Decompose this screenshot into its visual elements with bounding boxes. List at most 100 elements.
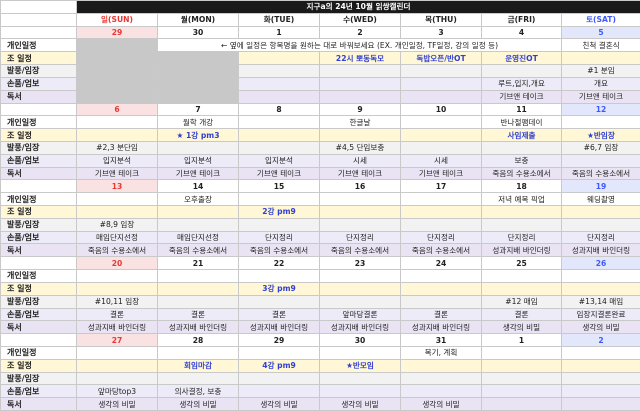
calendar-cell[interactable] (319, 217, 401, 232)
calendar-cell[interactable] (157, 205, 239, 219)
calendar-cell[interactable]: #10,11 임장 (76, 294, 158, 309)
calendar-cell[interactable] (238, 64, 320, 78)
calendar-cell[interactable] (400, 76, 482, 91)
calendar-cell[interactable] (560, 115, 640, 130)
calendar-cell[interactable] (76, 269, 158, 283)
calendar-cell[interactable] (76, 358, 158, 373)
calendar-cell[interactable] (400, 115, 482, 130)
calendar-cell[interactable]: 생각의 비밀 (319, 397, 401, 411)
calendar-cell[interactable] (560, 205, 640, 219)
calendar-cell[interactable]: 죽음의 수용소에서 (400, 243, 482, 258)
calendar-cell[interactable]: 결론 (238, 307, 320, 322)
calendar-cell[interactable]: 4강 pm9 (238, 358, 320, 373)
calendar-cell[interactable]: 죽음의 수용소에서 (319, 243, 401, 258)
calendar-cell[interactable]: 시세 (400, 153, 482, 168)
calendar-cell[interactable] (481, 281, 562, 296)
calendar-cell[interactable] (560, 397, 640, 411)
calendar-cell[interactable] (238, 294, 320, 309)
calendar-cell[interactable]: 앞마당top3 (76, 384, 158, 399)
calendar-cell[interactable]: 기브앤 테이크 (157, 166, 239, 181)
calendar-cell[interactable]: 생각의 비밀 (157, 397, 239, 411)
calendar-cell[interactable]: 생각의 비밀 (76, 397, 158, 411)
calendar-cell[interactable]: 단지정리 (238, 230, 320, 245)
calendar-cell[interactable] (76, 192, 158, 206)
calendar-cell[interactable]: 22시 뽀동독모 (319, 51, 401, 66)
calendar-cell[interactable] (560, 345, 640, 360)
calendar-cell[interactable] (400, 217, 482, 232)
calendar-cell[interactable] (481, 384, 562, 399)
calendar-cell[interactable]: 단지정리 (400, 230, 482, 245)
calendar-cell[interactable] (560, 217, 640, 232)
calendar-cell[interactable] (560, 281, 640, 296)
calendar-cell[interactable] (76, 64, 158, 78)
calendar-cell[interactable] (400, 140, 482, 155)
calendar-cell[interactable]: 사임제출 (481, 128, 562, 142)
calendar-cell[interactable]: 입지분석 (238, 153, 320, 168)
calendar-cell[interactable]: #6,7 임장 (560, 140, 640, 155)
calendar-cell[interactable]: 죽음의 수용소에서 (157, 243, 239, 258)
calendar-cell[interactable]: 기브앤 테이크 (481, 89, 562, 104)
calendar-cell[interactable]: 루트,입지,개요 (481, 76, 562, 91)
calendar-cell[interactable]: 결론 (481, 307, 562, 322)
calendar-cell[interactable] (238, 269, 320, 283)
calendar-cell[interactable] (481, 140, 562, 155)
calendar-cell[interactable] (157, 64, 239, 78)
calendar-cell[interactable]: 성과지배 바인더링 (76, 320, 158, 335)
calendar-cell[interactable]: #2,3 분단임 (76, 140, 158, 155)
calendar-cell[interactable]: 저녁 예복 픽업 (481, 192, 562, 206)
calendar-cell[interactable]: #12 매임 (481, 294, 562, 309)
calendar-cell[interactable] (76, 115, 158, 130)
calendar-cell[interactable] (76, 38, 158, 53)
calendar-cell[interactable] (157, 281, 239, 296)
calendar-cell[interactable]: 기브앤 테이크 (560, 89, 640, 104)
calendar-cell[interactable]: 단지정리 (481, 230, 562, 245)
calendar-cell[interactable]: ★반모임 (319, 358, 401, 373)
calendar-cell[interactable] (319, 89, 401, 104)
calendar-cell[interactable]: 월학 개강 (157, 115, 239, 130)
calendar-cell[interactable]: 기브앤 테이크 (76, 166, 158, 181)
calendar-cell[interactable]: 2강 pm9 (238, 205, 320, 219)
calendar-cell[interactable]: 독밥오픈/반OT (400, 51, 482, 66)
calendar-cell[interactable] (400, 64, 482, 78)
calendar-cell[interactable] (319, 128, 401, 142)
calendar-cell[interactable] (76, 89, 158, 104)
calendar-cell[interactable]: 성과지배 바인더링 (157, 320, 239, 335)
calendar-cell[interactable]: 보충 (481, 153, 562, 168)
calendar-cell[interactable]: 회임마감 (157, 358, 239, 373)
calendar-cell[interactable] (238, 140, 320, 155)
calendar-cell[interactable] (560, 371, 640, 386)
calendar-cell[interactable] (157, 51, 239, 66)
calendar-cell[interactable] (238, 384, 320, 399)
calendar-cell[interactable] (157, 269, 239, 283)
calendar-cell[interactable] (481, 371, 562, 386)
calendar-cell[interactable]: 앞마당결론 (319, 307, 401, 322)
calendar-cell[interactable]: 결론 (157, 307, 239, 322)
calendar-cell[interactable] (238, 89, 320, 104)
calendar-cell[interactable]: 매임단지선정 (157, 230, 239, 245)
calendar-cell[interactable] (400, 358, 482, 373)
calendar-cell[interactable]: 죽음의 수용소에서 (481, 166, 562, 181)
calendar-cell[interactable] (400, 294, 482, 309)
calendar-cell[interactable]: 개요 (560, 76, 640, 91)
calendar-cell[interactable] (400, 128, 482, 142)
calendar-cell[interactable]: 기브앤 테이크 (238, 166, 320, 181)
calendar-cell[interactable]: ★반임장 (560, 128, 640, 142)
calendar-cell[interactable] (560, 51, 640, 66)
calendar-cell[interactable]: 생각의 비밀 (238, 397, 320, 411)
calendar-cell[interactable] (157, 89, 239, 104)
calendar-cell[interactable] (238, 371, 320, 386)
calendar-cell[interactable] (76, 76, 158, 91)
calendar-cell[interactable] (157, 76, 239, 91)
calendar-cell[interactable]: 3강 pm9 (238, 281, 320, 296)
calendar-cell[interactable] (319, 384, 401, 399)
calendar-cell[interactable]: ★ 1강 pm3 (157, 128, 239, 142)
calendar-cell[interactable] (238, 192, 320, 206)
calendar-cell[interactable] (481, 217, 562, 232)
calendar-cell[interactable] (560, 153, 640, 168)
calendar-cell[interactable] (481, 205, 562, 219)
calendar-cell[interactable]: 결론 (400, 307, 482, 322)
calendar-cell[interactable]: 단지정리 (319, 230, 401, 245)
calendar-cell[interactable] (238, 51, 320, 66)
calendar-cell[interactable] (319, 192, 401, 206)
calendar-cell[interactable]: 의사결정, 보충 (157, 384, 239, 399)
